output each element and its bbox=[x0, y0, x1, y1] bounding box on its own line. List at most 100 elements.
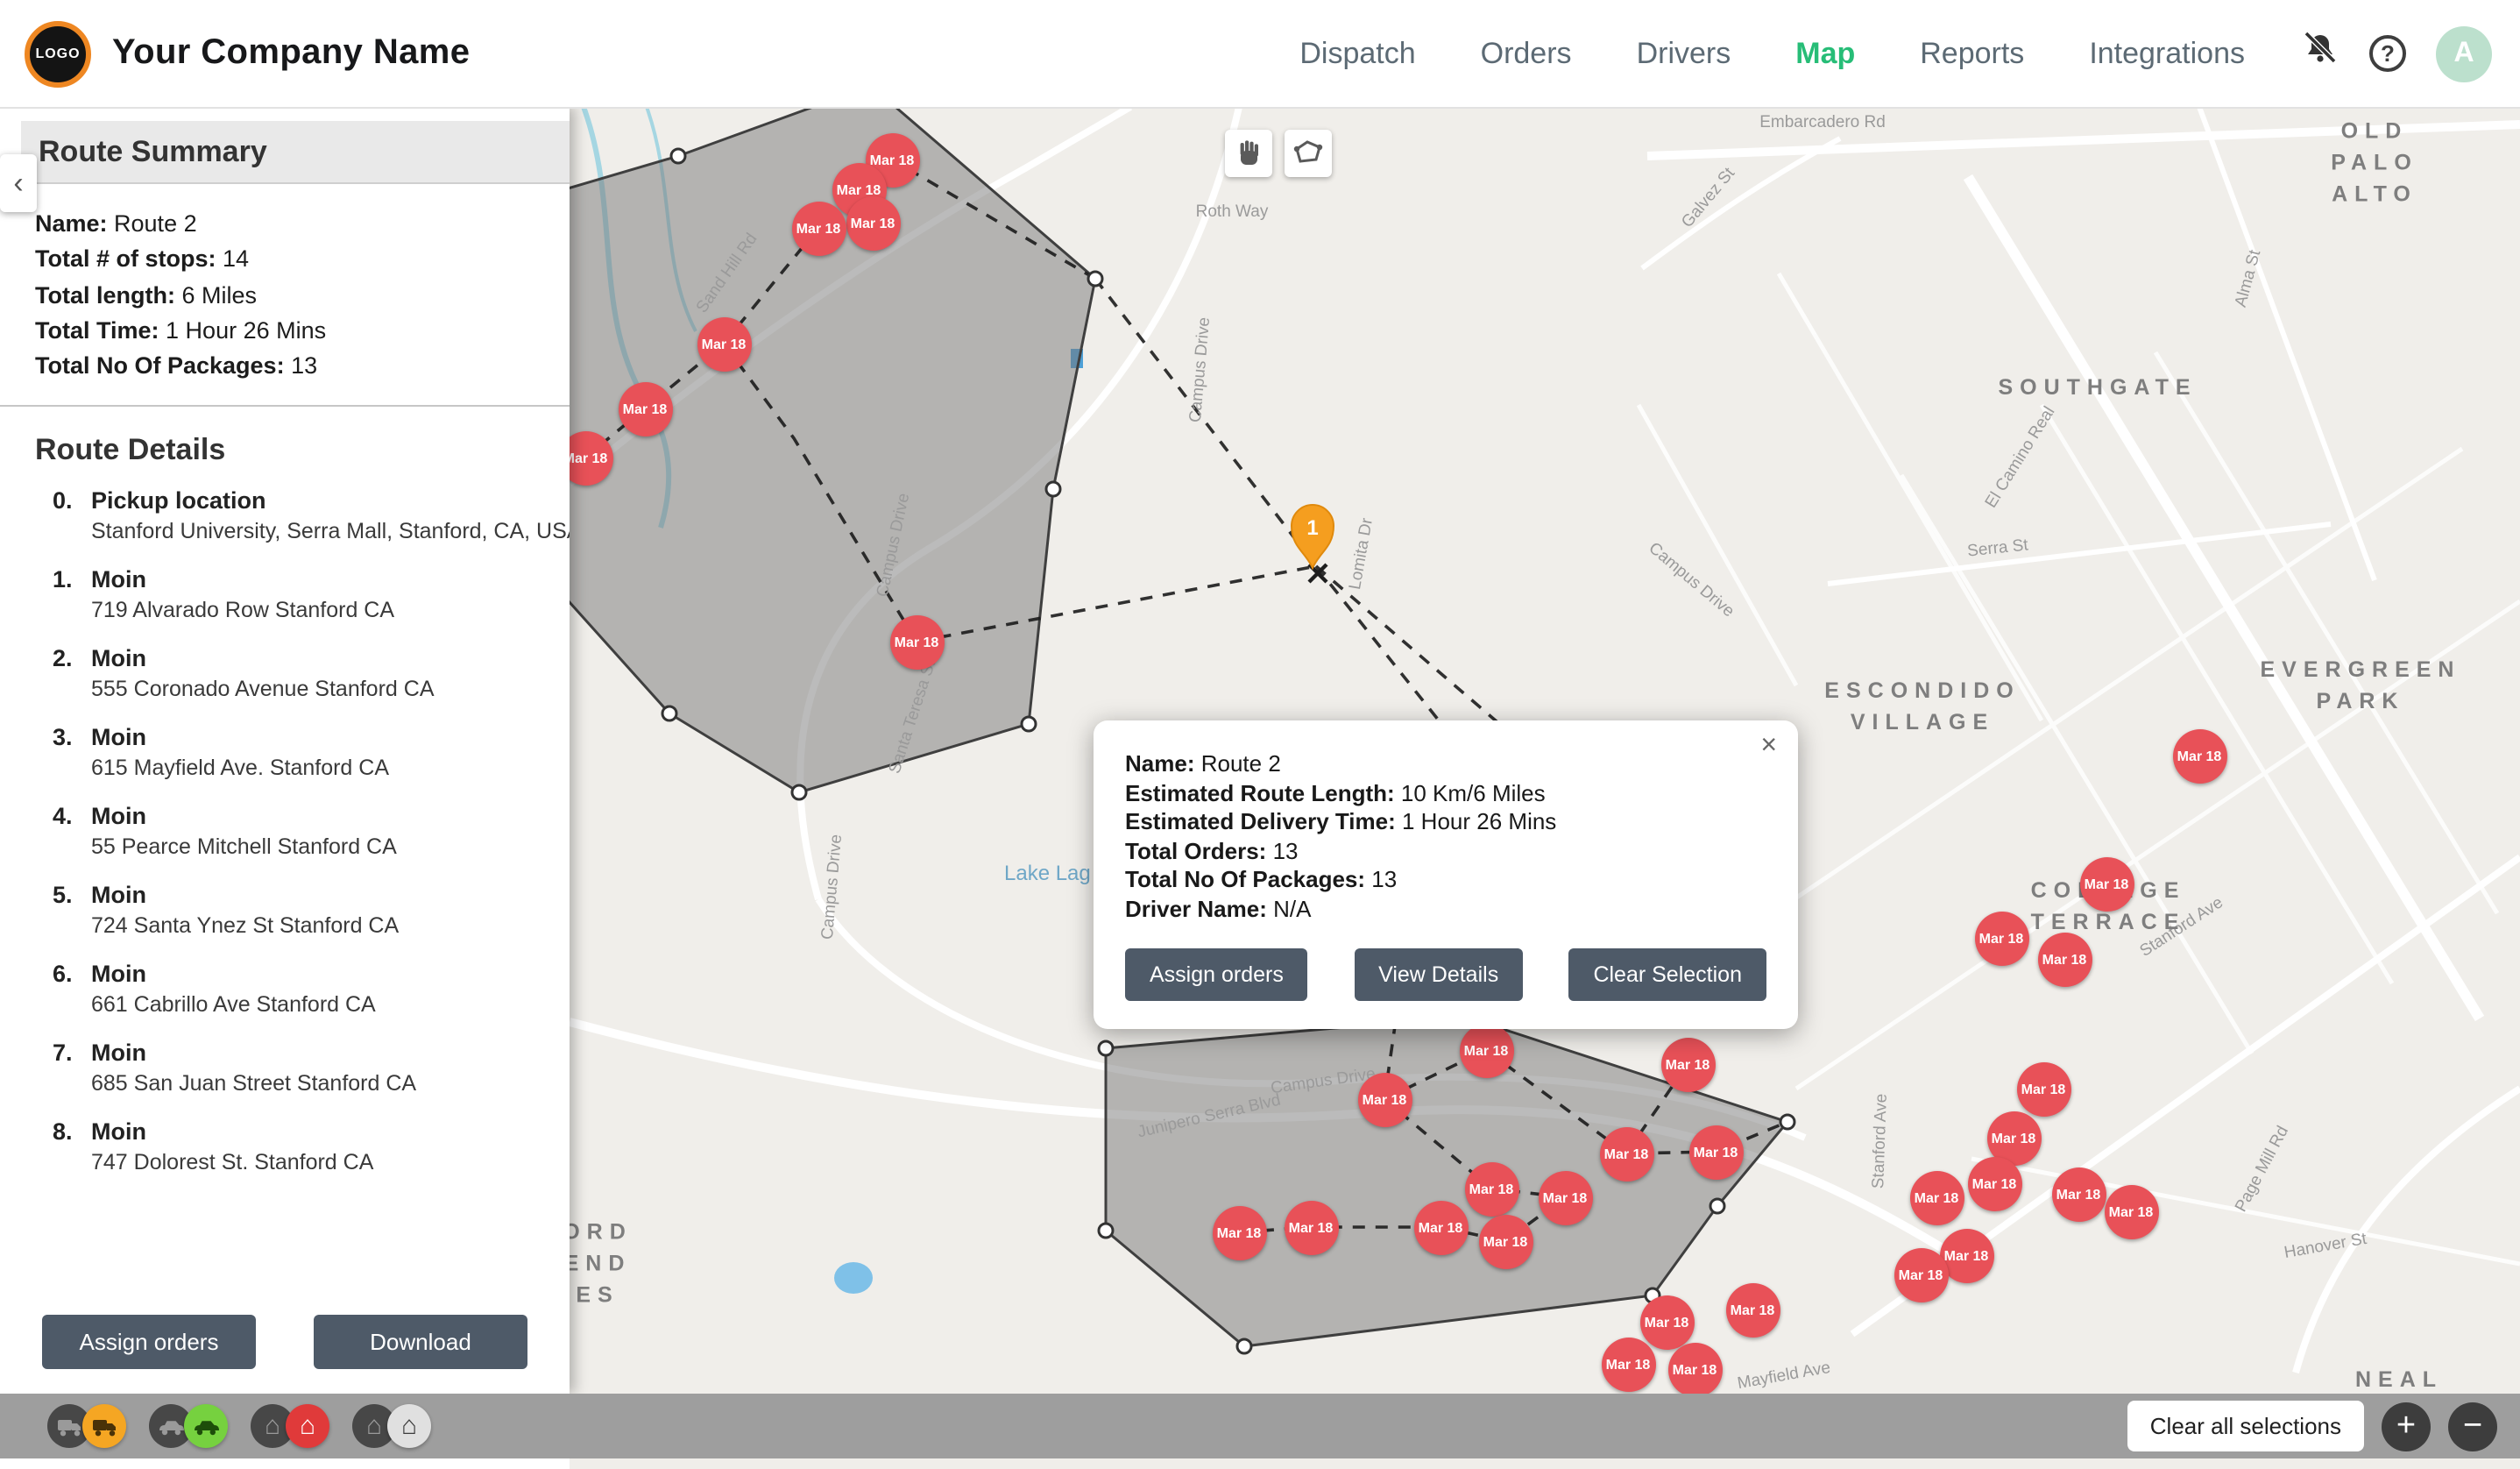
route-stop[interactable]: 3.Moin615 Mayfield Ave. Stanford CA bbox=[53, 725, 556, 781]
order-marker[interactable]: Mar 18 bbox=[791, 201, 846, 255]
popup-info-row: Total No Of Packages: 13 bbox=[1125, 866, 1766, 895]
map-canvas[interactable]: 1 Sand Hill RdCampus DriveCampus DriveCa… bbox=[570, 107, 2520, 1469]
order-marker[interactable]: Mar 18 bbox=[1909, 1170, 1964, 1224]
hand-icon bbox=[1232, 137, 1265, 170]
popup-info: Name: Route 2Estimated Route Length: 10 … bbox=[1125, 750, 1766, 924]
nav-orders[interactable]: Orders bbox=[1481, 36, 1572, 71]
order-marker[interactable]: Mar 18 bbox=[697, 316, 751, 371]
summary-row: Total Time: 1 Hour 26 Mins bbox=[35, 314, 545, 350]
home-layer-toggle[interactable]: ⌂ ⌂ bbox=[352, 1404, 431, 1448]
nav-drivers[interactable]: Drivers bbox=[1637, 36, 1731, 71]
order-marker[interactable]: Mar 18 bbox=[1459, 1023, 1513, 1077]
main-nav: Dispatch Orders Drivers Map Reports Integrati… bbox=[1299, 36, 2245, 71]
zoom-in-button[interactable]: + bbox=[2382, 1402, 2431, 1451]
summary-row: Total No Of Packages: 13 bbox=[35, 349, 545, 385]
order-marker[interactable]: Mar 18 bbox=[889, 614, 944, 669]
order-marker[interactable]: Mar 18 bbox=[1725, 1282, 1780, 1337]
route-stop[interactable]: 2.Moin555 Coronado Avenue Stanford CA bbox=[53, 646, 556, 702]
nav-dispatch[interactable]: Dispatch bbox=[1299, 36, 1415, 71]
header-icons: ? A bbox=[2301, 25, 2492, 82]
order-marker[interactable]: Mar 18 bbox=[846, 195, 900, 250]
popup-info-row: Estimated Delivery Time: 1 Hour 26 Mins bbox=[1125, 808, 1766, 837]
help-icon[interactable]: ? bbox=[2369, 35, 2406, 72]
assign-orders-button[interactable]: Assign orders bbox=[1125, 948, 1308, 1001]
order-marker[interactable]: Mar 18 bbox=[2172, 728, 2226, 783]
nav-integrations[interactable]: Integrations bbox=[2089, 36, 2245, 71]
route-info-popup: × Name: Route 2Estimated Route Length: 1… bbox=[1094, 720, 1798, 1029]
truck-icon bbox=[82, 1404, 126, 1448]
truck-layer-toggle[interactable] bbox=[47, 1404, 126, 1448]
order-marker[interactable]: Mar 18 bbox=[1413, 1200, 1468, 1254]
order-marker[interactable]: Mar 18 bbox=[570, 430, 612, 485]
order-marker[interactable]: Mar 18 bbox=[2016, 1061, 2071, 1116]
route-panel: ‹ Route Summary Name: Route 2Total # of … bbox=[0, 107, 570, 1394]
polygon-select-tool-button[interactable] bbox=[1285, 130, 1332, 177]
clear-selection-button[interactable]: Clear Selection bbox=[1568, 948, 1766, 1001]
order-marker[interactable]: Mar 18 bbox=[1284, 1200, 1338, 1254]
order-marker[interactable]: Mar 18 bbox=[618, 381, 672, 436]
summary-row: Total # of stops: 14 bbox=[35, 243, 545, 279]
polygon-icon bbox=[1292, 137, 1325, 170]
popup-info-row: Estimated Route Length: 10 Km/6 Miles bbox=[1125, 779, 1766, 808]
route-stop[interactable]: 5.Moin724 Santa Ynez St Stanford CA bbox=[53, 883, 556, 939]
download-button[interactable]: Download bbox=[314, 1315, 527, 1369]
order-marker[interactable]: Mar 18 bbox=[1601, 1337, 1655, 1391]
order-marker[interactable]: Mar 18 bbox=[1660, 1037, 1715, 1091]
summary-row: Name: Route 2 bbox=[35, 207, 545, 243]
app: LOGO Your Company Name Dispatch Orders Dri… bbox=[0, 0, 2520, 1469]
route-stop[interactable]: 8.Moin747 Dolorest St. Stanford CA bbox=[53, 1119, 556, 1175]
order-marker[interactable]: Mar 18 bbox=[1667, 1342, 1722, 1396]
route-stop[interactable]: 4.Moin55 Pearce Mitchell Stanford CA bbox=[53, 804, 556, 860]
map-tools bbox=[1225, 130, 1332, 177]
order-marker[interactable]: Mar 18 bbox=[2037, 932, 2092, 986]
assign-orders-button[interactable]: Assign orders bbox=[42, 1315, 256, 1369]
company-name: Your Company Name bbox=[112, 33, 470, 74]
order-marker[interactable]: Mar 18 bbox=[1894, 1247, 1948, 1302]
route-details-title: Route Details bbox=[0, 408, 570, 481]
chevron-left-icon: ‹ bbox=[13, 166, 23, 201]
order-marker[interactable]: Mar 18 bbox=[1478, 1214, 1533, 1268]
popup-info-row: Name: Route 2 bbox=[1125, 750, 1766, 779]
route-stops-list: 0.Pickup locationStanford University, Se… bbox=[0, 481, 570, 1298]
route-summary-title: Route Summary bbox=[21, 121, 570, 184]
user-avatar[interactable]: A bbox=[2436, 25, 2492, 82]
order-marker[interactable]: Mar 18 bbox=[1538, 1170, 1592, 1224]
order-marker[interactable]: Mar 18 bbox=[1974, 911, 2028, 965]
notifications-muted-icon[interactable] bbox=[2301, 30, 2339, 77]
view-details-button[interactable]: View Details bbox=[1354, 948, 1523, 1001]
home-red-icon: ⌂ bbox=[286, 1404, 329, 1448]
order-marker[interactable]: Mar 18 bbox=[1639, 1295, 1694, 1349]
nav-reports[interactable]: Reports bbox=[1920, 36, 2024, 71]
popup-info-row: Driver Name: N/A bbox=[1125, 895, 1766, 924]
route-stop[interactable]: 1.Moin719 Alvarado Row Stanford CA bbox=[53, 567, 556, 623]
pan-tool-button[interactable] bbox=[1225, 130, 1272, 177]
clear-all-selections-button[interactable]: Clear all selections bbox=[2127, 1401, 2364, 1451]
sidebar-footer: Assign orders Download bbox=[0, 1297, 570, 1394]
order-marker[interactable]: Mar 18 bbox=[1599, 1126, 1653, 1181]
order-marker[interactable]: Mar 18 bbox=[1688, 1125, 1743, 1179]
order-marker[interactable]: Mar 18 bbox=[1967, 1156, 2021, 1210]
depot-layer-toggle[interactable]: ⌂ ⌂ bbox=[251, 1404, 329, 1448]
layer-toggles: ⌂ ⌂ ⌂ ⌂ bbox=[47, 1404, 431, 1448]
logo-text: LOGO bbox=[35, 46, 80, 61]
order-marker[interactable]: Mar 18 bbox=[2104, 1184, 2158, 1238]
summary-row: Total length: 6 Miles bbox=[35, 278, 545, 314]
nav-map[interactable]: Map bbox=[1795, 36, 1855, 71]
toolbar-right: Clear all selections + − bbox=[2127, 1401, 2497, 1451]
route-stop[interactable]: 0.Pickup locationStanford University, Se… bbox=[53, 488, 556, 544]
map-toolbar: ⌂ ⌂ ⌂ ⌂ Clear all selections + − bbox=[0, 1394, 2520, 1458]
company-logo-icon: LOGO bbox=[25, 20, 91, 87]
car-layer-toggle[interactable] bbox=[149, 1404, 228, 1448]
popup-buttons: Assign orders View Details Clear Selection bbox=[1125, 948, 1766, 1001]
order-marker[interactable]: Mar 18 bbox=[1357, 1072, 1412, 1126]
route-stop[interactable]: 6.Moin661 Cabrillo Ave Stanford CA bbox=[53, 962, 556, 1018]
order-marker[interactable]: Mar 18 bbox=[2079, 856, 2134, 911]
order-marker[interactable]: Mar 18 bbox=[1464, 1161, 1518, 1216]
close-icon[interactable]: × bbox=[1760, 731, 1777, 763]
route-stop[interactable]: 7.Moin685 San Juan Street Stanford CA bbox=[53, 1040, 556, 1096]
zoom-out-button[interactable]: − bbox=[2448, 1402, 2497, 1451]
order-marker[interactable]: Mar 18 bbox=[2051, 1167, 2106, 1221]
order-marker[interactable]: Mar 18 bbox=[1212, 1205, 1266, 1260]
collapse-panel-button[interactable]: ‹ bbox=[0, 154, 37, 212]
home-gray-icon: ⌂ bbox=[387, 1404, 431, 1448]
